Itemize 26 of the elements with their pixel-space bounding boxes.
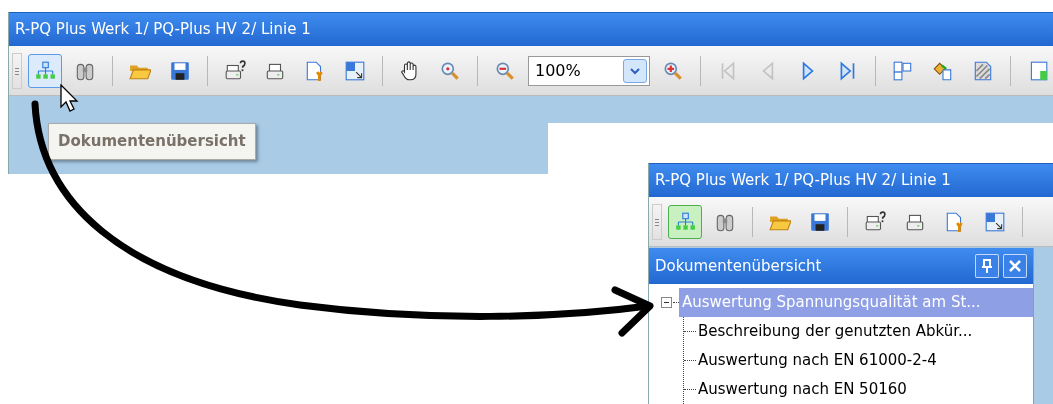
hierarchy-icon	[34, 59, 56, 82]
printer-question-icon	[864, 210, 886, 233]
toolbar-grip[interactable]	[12, 52, 22, 89]
zoom-dropdown[interactable]: 100%	[528, 55, 650, 86]
tree-item[interactable]: Beschreibung der genutzten Abkür...	[696, 320, 975, 343]
printer-question-icon	[224, 59, 246, 82]
close-button[interactable]	[1003, 254, 1027, 278]
hatched-page-icon	[972, 59, 994, 82]
pin-icon	[981, 259, 993, 273]
hierarchy-icon	[674, 210, 696, 233]
window-title: R-PQ Plus Werk 1/ PQ-Plus HV 2/ Linie 1	[9, 12, 1053, 46]
panel-title: Dokumentenübersicht	[655, 255, 822, 277]
tooltip: Dokumentenübersicht	[48, 123, 256, 160]
mouse-cursor-icon	[60, 84, 80, 114]
window-title: R-PQ Plus Werk 1/ PQ-Plus HV 2/ Linie 1	[649, 163, 1053, 197]
close-icon	[1009, 260, 1021, 272]
tree-item[interactable]: Auswertung nach EN 50160	[696, 378, 909, 401]
dropdown-button[interactable]	[623, 58, 647, 83]
tree-item[interactable]: Auswertung nach EN 61000-2-4	[696, 349, 939, 372]
resize-icon	[984, 210, 1006, 233]
pages-icon	[892, 59, 914, 82]
chevron-down-icon	[630, 66, 640, 75]
pin-button[interactable]	[975, 254, 999, 278]
toolbar-grip[interactable]	[652, 203, 662, 240]
collapse-icon[interactable]	[661, 296, 673, 309]
resize-icon	[344, 59, 366, 82]
